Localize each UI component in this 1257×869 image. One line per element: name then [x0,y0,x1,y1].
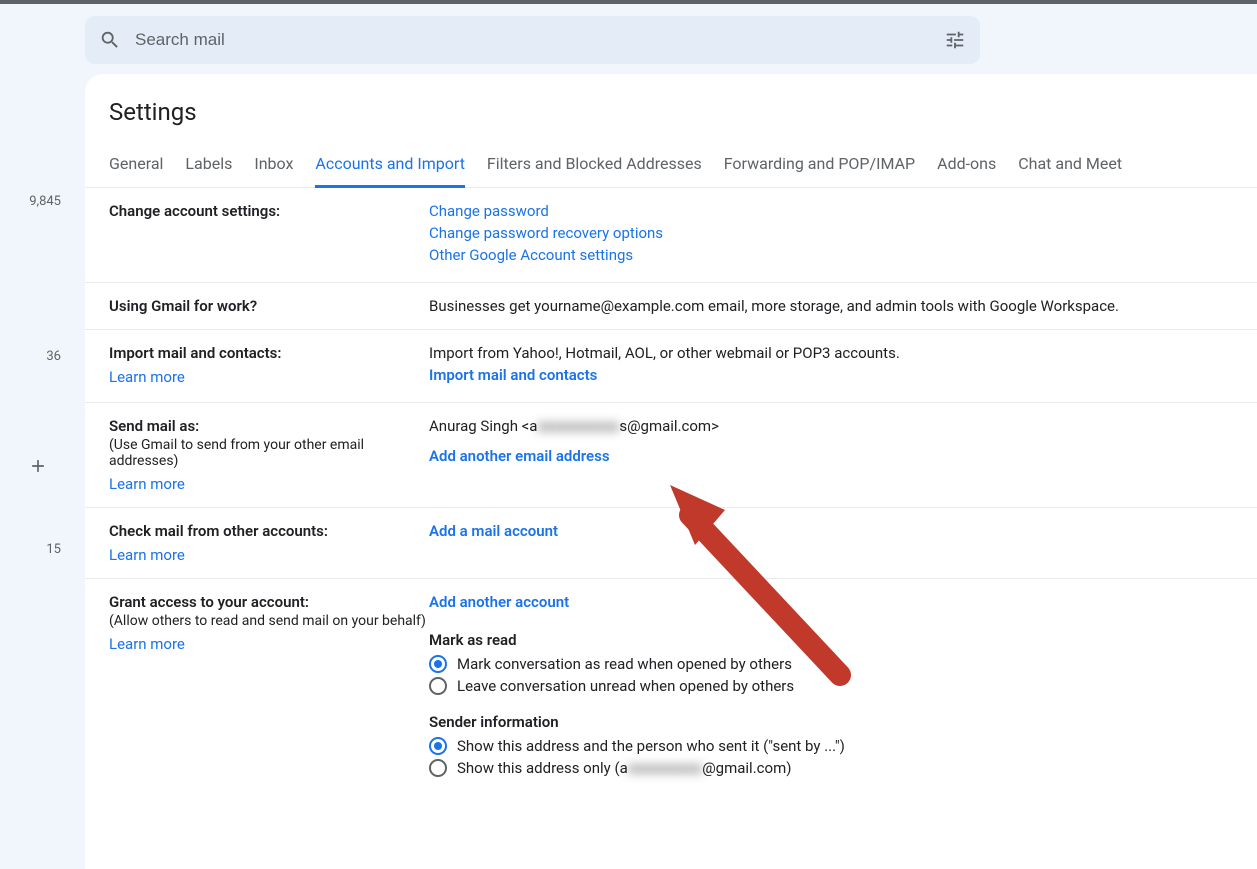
change-recovery-link[interactable]: Change password recovery options [429,224,663,242]
section-grant-access: Grant access to your account: (Allow oth… [85,579,1257,795]
section-title: Using Gmail for work? [109,297,257,315]
learn-more-link[interactable]: Learn more [109,546,185,564]
search-bar[interactable] [85,16,980,64]
change-password-link[interactable]: Change password [429,202,549,220]
import-mail-link[interactable]: Import mail and contacts [429,366,597,384]
learn-more-link[interactable]: Learn more [109,368,185,386]
section-gmail-work: Using Gmail for work? Businesses get you… [85,283,1257,330]
radio-label: Leave conversation unread when opened by… [457,677,794,695]
label-count-1: 36 [0,349,85,364]
work-text: Businesses get yourname@example.com emai… [429,297,1119,315]
radio-show-sent-by[interactable] [429,737,447,755]
tab-labels[interactable]: Labels [185,144,232,187]
other-settings-link[interactable]: Other Google Account settings [429,246,633,264]
section-title: Change account settings: [109,202,280,220]
section-import: Import mail and contacts: Learn more Imp… [85,330,1257,403]
section-change-account: Change account settings: Change password… [85,188,1257,283]
settings-tabs: General Labels Inbox Accounts and Import… [85,144,1257,188]
inbox-count: 9,845 [0,194,85,209]
import-text: Import from Yahoo!, Hotmail, AOL, or oth… [429,344,900,362]
radio-show-address-only[interactable] [429,759,447,777]
add-mail-account-link[interactable]: Add a mail account [429,522,558,540]
tab-filters[interactable]: Filters and Blocked Addresses [487,144,702,187]
section-send-mail-as: Send mail as: (Use Gmail to send from yo… [85,403,1257,508]
radio-label: Show this address only (axxxxxxxxxx@gmai… [457,759,791,777]
search-icon [99,29,121,51]
section-title: Send mail as: [109,417,429,435]
radio-mark-read[interactable] [429,655,447,673]
radio-leave-unread[interactable] [429,677,447,695]
add-label-button[interactable] [0,454,85,482]
tab-chat-meet[interactable]: Chat and Meet [1018,144,1122,187]
section-title: Check mail from other accounts: [109,522,429,540]
label-count-2: 15 [0,542,85,557]
section-title: Grant access to your account: [109,593,429,611]
page-title: Settings [85,92,1257,144]
tab-inbox[interactable]: Inbox [254,144,293,187]
tab-forwarding[interactable]: Forwarding and POP/IMAP [724,144,915,187]
search-options-icon[interactable] [944,29,966,51]
section-subtitle: (Allow others to read and send mail on y… [109,613,429,629]
add-email-link[interactable]: Add another email address [429,447,610,465]
section-check-mail: Check mail from other accounts: Learn mo… [85,508,1257,579]
send-as-address: Anurag Singh <axxxxxxxxxxxs@gmail.com> [429,417,719,435]
tab-general[interactable]: General [109,144,163,187]
settings-panel: Settings General Labels Inbox Accounts a… [85,74,1257,869]
section-subtitle: (Use Gmail to send from your other email… [109,437,429,469]
radio-label: Mark conversation as read when opened by… [457,655,792,673]
tab-addons[interactable]: Add-ons [937,144,996,187]
tab-accounts-import[interactable]: Accounts and Import [315,144,465,188]
radio-label: Show this address and the person who sen… [457,737,845,755]
learn-more-link[interactable]: Learn more [109,475,185,493]
mark-as-read-heading: Mark as read [429,631,1233,649]
learn-more-link[interactable]: Learn more [109,635,185,653]
sidebar: 9,845 36 15 [0,4,85,869]
add-account-link[interactable]: Add another account [429,593,569,611]
sender-info-heading: Sender information [429,713,1233,731]
search-input[interactable] [121,30,944,50]
section-title: Import mail and contacts: [109,344,429,362]
